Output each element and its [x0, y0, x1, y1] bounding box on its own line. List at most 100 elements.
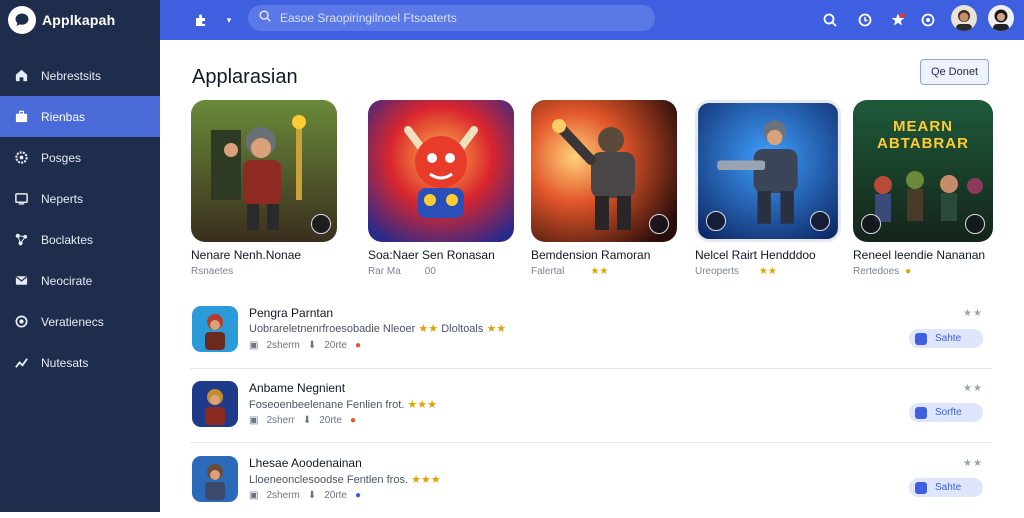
sidebar: Applkapah Nebrestsits Rienbas Posges Nep…: [0, 0, 160, 512]
search-bar[interactable]: [248, 5, 655, 31]
puzzle-icon[interactable]: [190, 9, 212, 31]
game-icon: [192, 456, 238, 502]
rating-stars: ★★: [963, 308, 983, 319]
mail-icon: [13, 273, 29, 289]
sidebar-item-label: Neocirate: [41, 273, 93, 288]
card-meta: Falertal ★★: [531, 266, 677, 277]
row-title: Lhesae Aoodenainan: [249, 456, 362, 470]
card-meta: Rertedoes ●: [853, 266, 993, 277]
list-item[interactable]: Anbame Negnient Foseoenbeelenane Fenlien…: [160, 369, 992, 443]
featured-card[interactable]: MEARN ABTABRAR Reneel leendie Nananan Re…: [853, 100, 993, 277]
rating-icon: ★★: [590, 266, 609, 277]
top-action-button[interactable]: Qe Donet: [920, 59, 989, 85]
sidebar-item-1[interactable]: Nebrestsits: [0, 55, 160, 96]
search-input[interactable]: [280, 11, 640, 25]
card-title: Bemdension Ramoran: [531, 248, 651, 262]
card-title: Soa:Naer Sen Ronasan: [368, 248, 495, 262]
featured-card[interactable]: Bemdension Ramoran Falertal ★★: [531, 100, 677, 277]
chart-icon: [13, 355, 29, 371]
settings-icon[interactable]: [917, 9, 939, 31]
badge-icon: [311, 214, 331, 234]
badge-icon: [649, 214, 669, 234]
avatar[interactable]: [951, 5, 977, 31]
list-item[interactable]: Pengra Parntan Uobrareletnenrfroesobadie…: [160, 294, 992, 368]
game-thumbnail: [695, 100, 841, 242]
featured-card[interactable]: Nenare Nenh.Nonae Rsnaetes: [191, 100, 337, 277]
row-description: Uobrareletnenrfroesobadie Nleoer ★★ Dlol…: [249, 323, 507, 335]
sidebar-item-label: Posges: [41, 150, 82, 165]
card-title: Reneel leendie Nananan: [853, 248, 986, 262]
rating-stars: ★★: [963, 458, 983, 469]
app-title: Applkapah: [42, 12, 116, 28]
sidebar-item-7[interactable]: Veratienecs: [0, 301, 160, 342]
sidebar-item-6[interactable]: Neocirate: [0, 260, 160, 301]
top-bar: ▾: [160, 0, 1024, 40]
avatar[interactable]: [988, 5, 1014, 31]
badge-icon: [810, 211, 830, 231]
chevron-down-icon[interactable]: ▾: [218, 9, 240, 31]
game-logo-text: MEARN ABTABRAR: [877, 118, 969, 152]
gear-icon: [13, 150, 29, 166]
row-meta: ▣ 2sherm ⬇ 20rte ●: [249, 340, 362, 351]
sidebar-item-label: Nutesats: [41, 355, 89, 370]
row-description: Foseoenbeelenane Fenlien frot. ★★★: [249, 399, 437, 411]
rating-stars: ★★: [963, 383, 983, 394]
sidebar-item-label: Boclaktes: [41, 232, 94, 247]
search-icon: [258, 9, 272, 28]
game-thumbnail: [531, 100, 677, 242]
sidebar-item-label: Neperts: [41, 191, 84, 206]
card-meta: Rsnaetes: [191, 266, 337, 277]
badge-icon: [965, 214, 985, 234]
game-thumbnail: MEARN ABTABRAR: [853, 100, 993, 242]
sidebar-item-3[interactable]: Posges: [0, 137, 160, 178]
logo[interactable]: Applkapah: [0, 0, 160, 40]
list-item[interactable]: Lhesae Aoodenainan Lloeneonclesoodse Fen…: [160, 444, 992, 518]
row-meta: ▣ 2sherm ⬇ 20rte ●: [249, 490, 362, 501]
card-developer: Rar Ma: [368, 266, 401, 277]
install-button[interactable]: Sahte: [909, 329, 983, 348]
home-icon: [13, 68, 29, 84]
sidebar-item-2[interactable]: Rienbas: [0, 96, 160, 137]
row-title: Anbame Negnient: [249, 381, 346, 395]
card-developer: Ureoperts: [695, 266, 739, 277]
game-icon: [192, 381, 238, 427]
game-thumbnail: [368, 100, 514, 242]
card-developer: Rertedoes: [853, 266, 900, 277]
clock-icon[interactable]: [854, 9, 876, 31]
install-button[interactable]: Sahte: [909, 478, 983, 497]
card-meta: Ureoperts ★★: [695, 266, 841, 277]
featured-card[interactable]: Soa:Naer Sen Ronasan Rar Ma 00: [368, 100, 514, 277]
badge-icon: [706, 211, 726, 231]
monitor-icon: [13, 191, 29, 207]
chat-bubble-logo-icon: [8, 6, 36, 34]
page-title: Applarasian: [192, 66, 298, 88]
card-title: Nelcel Rairt Hendddoo: [695, 248, 816, 262]
card-count: 00: [424, 266, 436, 277]
sidebar-item-label: Veratienecs: [41, 314, 104, 329]
game-icon: [192, 306, 238, 352]
sidebar-item-4[interactable]: Neperts: [0, 178, 160, 219]
row-meta: ▣ 2sherr ⬇ 20rte ●: [249, 415, 357, 426]
card-developer: Rsnaetes: [191, 266, 234, 277]
row-title: Pengra Parntan: [249, 306, 334, 320]
network-icon: [13, 232, 29, 248]
main-content: Applarasian Qe Donet Nenare Nenh.Nonae R…: [160, 40, 1024, 512]
game-thumbnail: [191, 100, 337, 242]
sidebar-item-label: Nebrestsits: [41, 68, 102, 83]
briefcase-icon: [13, 109, 29, 125]
badge-icon: [861, 214, 881, 234]
featured-card[interactable]: Nelcel Rairt Hendddoo Ureoperts ★★: [695, 100, 841, 277]
card-developer: Falertal: [531, 266, 565, 277]
search-icon[interactable]: [819, 9, 841, 31]
divider: [190, 442, 992, 443]
settings-icon: [13, 314, 29, 330]
sidebar-item-8[interactable]: Nutesats: [0, 342, 160, 383]
install-button[interactable]: Sorfte: [909, 403, 983, 422]
sidebar-nav: Nebrestsits Rienbas Posges Neperts Bocla…: [0, 55, 160, 383]
rating-icon: ★★: [758, 266, 777, 277]
sidebar-item-5[interactable]: Boclaktes: [0, 219, 160, 260]
card-meta: Rar Ma 00: [368, 266, 514, 277]
row-description: Lloeneonclesoodse Fentlen fros. ★★★: [249, 474, 441, 486]
emoji-icon: ●: [905, 266, 912, 277]
notification-star-icon[interactable]: [887, 9, 909, 31]
